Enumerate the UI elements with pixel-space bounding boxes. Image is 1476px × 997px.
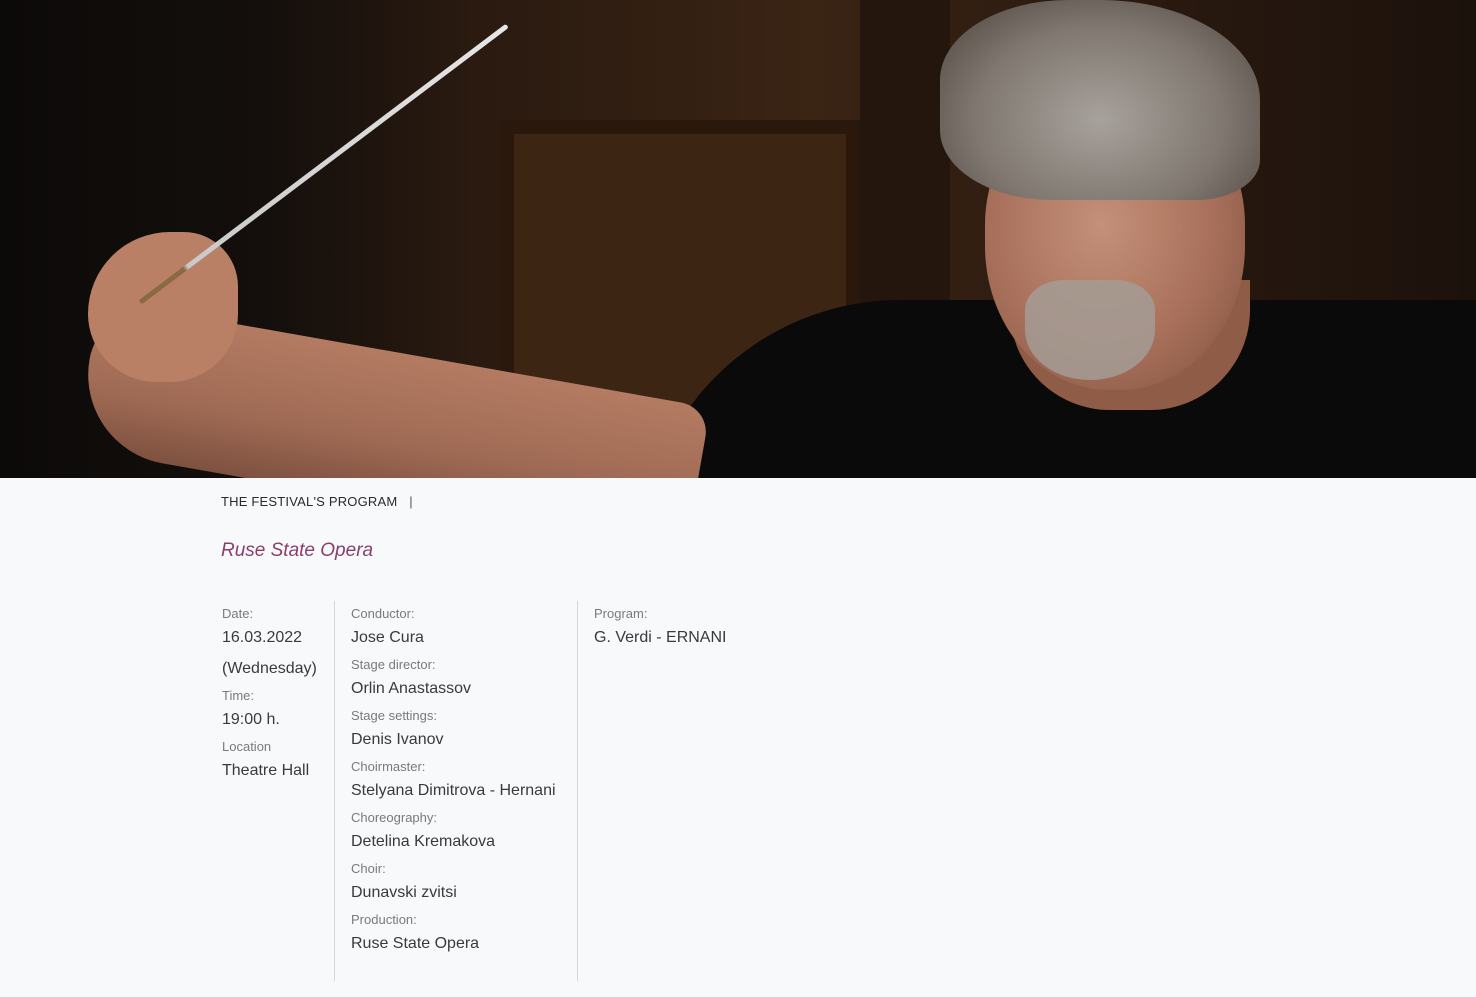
hero-photo-conductor [0, 0, 1476, 478]
breadcrumb-separator: | [409, 494, 413, 509]
credits-column: Conductor: Jose Cura Stage director: Orl… [351, 601, 577, 960]
program-label: Program: [594, 606, 648, 621]
location-value: Theatre Hall [222, 762, 310, 779]
date-label: Date: [222, 606, 254, 621]
breadcrumb-festival-program-link[interactable]: THE FESTIVAL'S PROGRAM [221, 494, 397, 509]
beard [1025, 280, 1155, 380]
breadcrumb: THE FESTIVAL'S PROGRAM | [221, 494, 413, 509]
choirmaster-value: Stelyana Dimitrova - Hernani [351, 782, 556, 799]
choir-value: Dunavski zvitsi [351, 884, 457, 901]
hair [940, 0, 1260, 200]
program-value: G. Verdi - ERNANI [594, 629, 727, 646]
stage-settings-label: Stage settings: [351, 708, 437, 723]
choir-label: Choir: [351, 861, 386, 876]
conductor-value: Jose Cura [351, 629, 424, 646]
choreography-label: Choreography: [351, 810, 437, 825]
event-info-column: Date: 16.03.2022 (Wednesday) Time: 19:00… [222, 601, 334, 787]
stage-director-value: Orlin Anastassov [351, 680, 472, 697]
production-value: Ruse State Opera [351, 935, 480, 952]
choirmaster-label: Choirmaster: [351, 759, 426, 774]
choreography-value: Detelina Kremakova [351, 833, 496, 850]
program-column: Program: G. Verdi - ERNANI [594, 601, 894, 654]
weekday-value: (Wednesday) [222, 660, 317, 677]
stage-settings-value: Denis Ivanov [351, 731, 444, 748]
conductor-baton [138, 23, 509, 305]
stage-director-label: Stage director: [351, 657, 436, 672]
conductor-label: Conductor: [351, 606, 415, 621]
page: THE FESTIVAL'S PROGRAM | Ruse State Oper… [0, 0, 1476, 997]
column-divider [577, 601, 578, 981]
time-label: Time: [222, 688, 255, 703]
column-divider [334, 601, 335, 981]
time-value: 19:00 h. [222, 711, 280, 728]
hand [88, 232, 238, 382]
location-label: Location [222, 739, 272, 754]
production-label: Production: [351, 912, 417, 927]
event-title: Ruse State Opera [221, 540, 374, 561]
date-value: 16.03.2022 [222, 629, 303, 646]
